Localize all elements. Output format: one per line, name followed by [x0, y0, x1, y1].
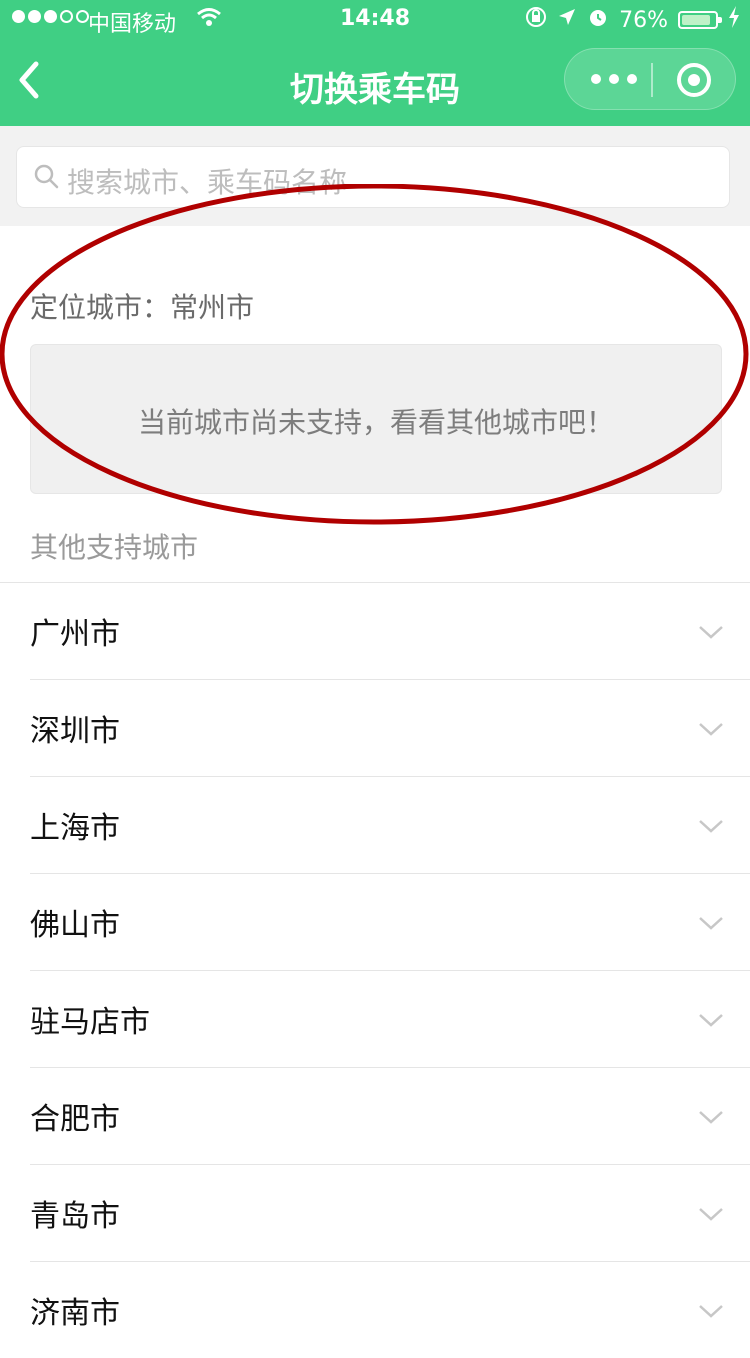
chevron-down-icon — [699, 1014, 723, 1027]
search-icon — [34, 164, 59, 189]
battery-icon — [678, 11, 722, 29]
city-row[interactable]: 青岛市 — [30, 1164, 750, 1261]
unsupported-city-notice: 当前城市尚未支持，看看其他城市吧！ — [30, 344, 722, 494]
status-right: 76% — [525, 6, 740, 34]
search-input[interactable]: 搜索城市、乘车码名称 — [16, 146, 730, 208]
city-name: 上海市 — [30, 811, 120, 846]
city-row[interactable]: 济南市 — [30, 1261, 750, 1358]
city-row[interactable]: 佛山市 — [30, 873, 750, 970]
lock-rotation-icon — [525, 6, 547, 34]
charging-bolt-icon — [728, 6, 740, 34]
city-row[interactable]: 上海市 — [30, 776, 750, 873]
notice-text: 当前城市尚未支持，看看其他城市吧！ — [137, 406, 614, 439]
city-name: 济南市 — [30, 1296, 120, 1331]
city-name: 驻马店市 — [30, 1005, 150, 1040]
city-name: 佛山市 — [30, 908, 120, 943]
other-cities-heading: 其他支持城市 — [30, 531, 199, 564]
search-area: 搜索城市、乘车码名称 — [0, 126, 750, 226]
city-name: 深圳市 — [30, 714, 120, 749]
mini-program-capsule — [564, 48, 736, 110]
city-row[interactable]: 深圳市 — [30, 679, 750, 776]
capsule-divider — [651, 63, 653, 97]
city-list: 广州市 深圳市 上海市 佛山市 驻马店市 合肥市 青岛市 济南市 — [0, 582, 750, 1358]
top-bar: 中国移动 14:48 76% 切换乘车码 — [0, 0, 750, 126]
city-row[interactable]: 合肥市 — [30, 1067, 750, 1164]
chevron-down-icon — [699, 1111, 723, 1124]
city-row[interactable]: 驻马店市 — [30, 970, 750, 1067]
search-placeholder: 搜索城市、乘车码名称 — [67, 166, 348, 199]
city-name: 青岛市 — [30, 1199, 120, 1234]
location-arrow-icon — [557, 7, 577, 33]
city-name: 广州市 — [30, 617, 120, 652]
more-dots-icon[interactable] — [587, 61, 641, 97]
target-close-icon[interactable] — [677, 63, 711, 97]
chevron-down-icon — [699, 1305, 723, 1318]
chevron-down-icon — [699, 1208, 723, 1221]
status-bar: 中国移动 14:48 76% — [0, 0, 750, 40]
chevron-down-icon — [699, 917, 723, 930]
alarm-icon — [587, 6, 609, 34]
chevron-down-icon — [699, 820, 723, 833]
chevron-down-icon — [699, 723, 723, 736]
battery-percent: 76% — [619, 7, 668, 33]
city-row[interactable]: 广州市 — [0, 582, 750, 679]
location-city-label: 定位城市：常州市 — [30, 291, 255, 324]
chevron-down-icon — [699, 626, 723, 639]
city-name: 合肥市 — [30, 1102, 120, 1137]
